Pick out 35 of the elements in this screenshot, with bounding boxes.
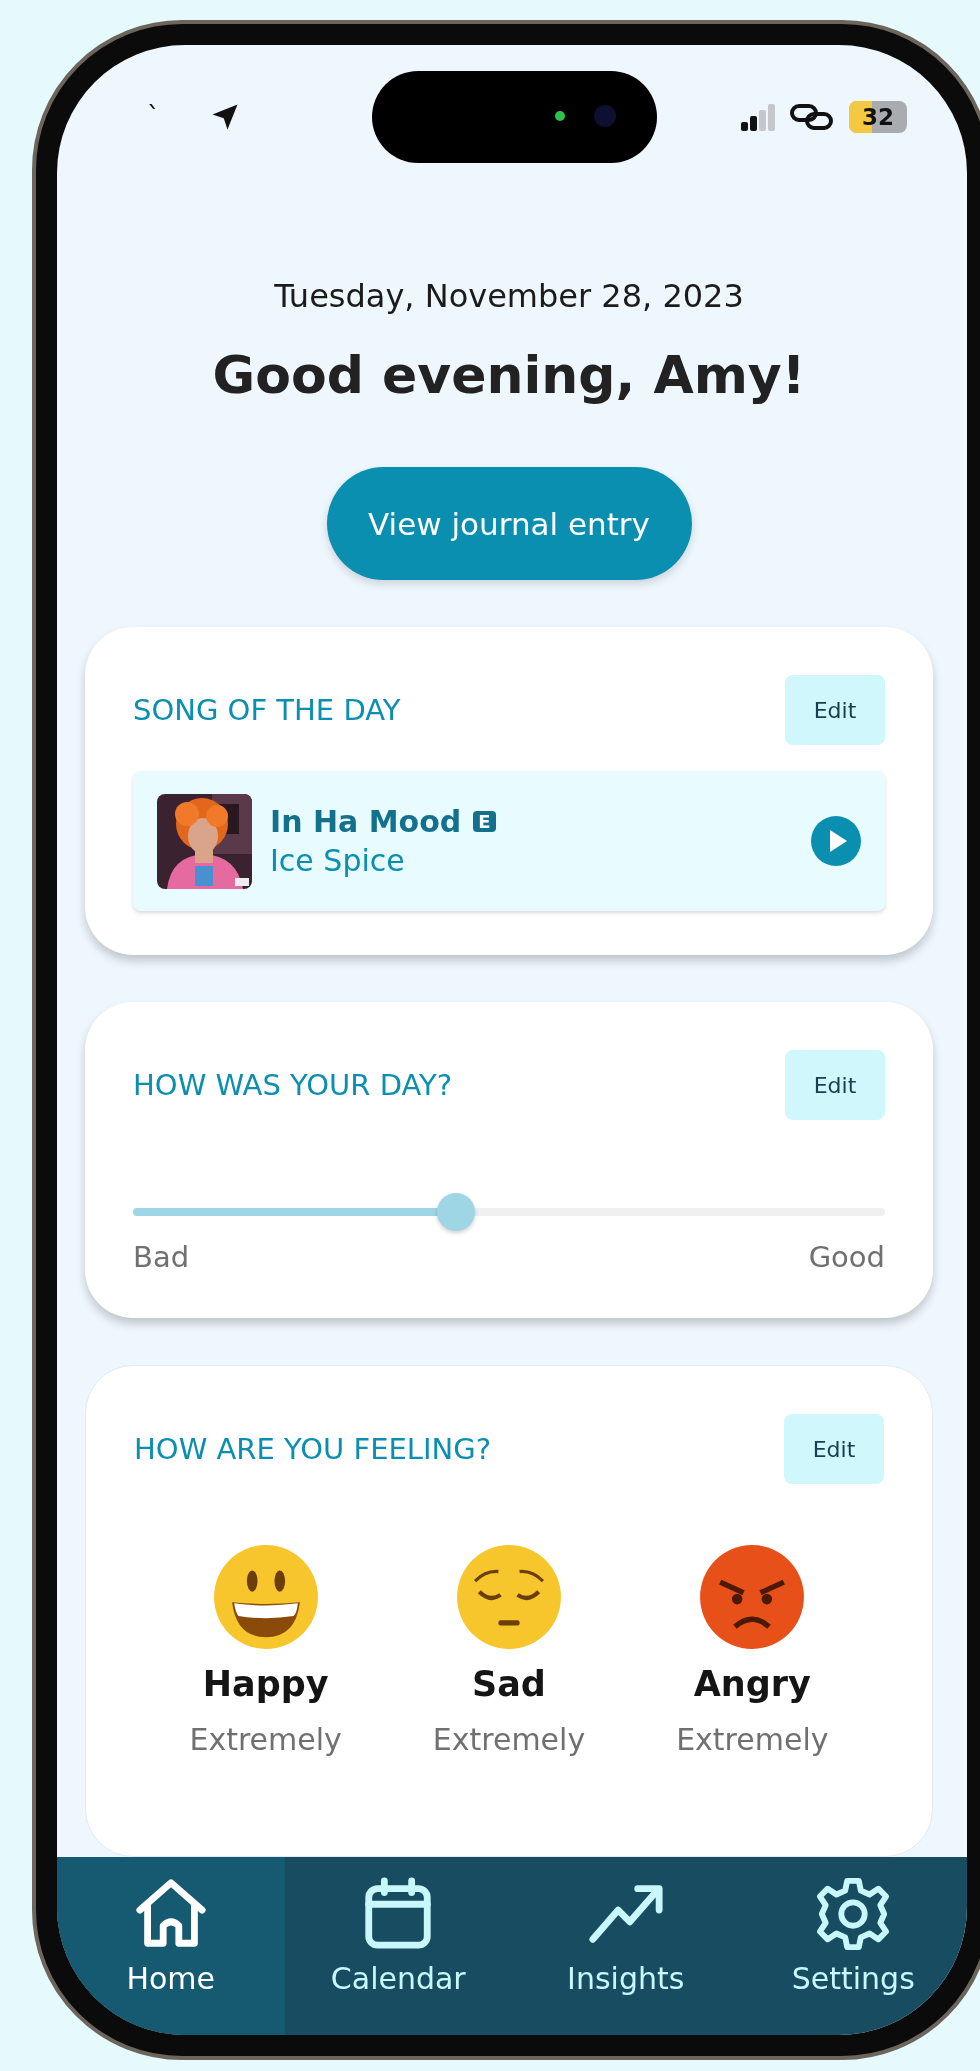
date-text: Tuesday, November 28, 2023 <box>274 277 744 315</box>
artist-name: Ice Spice <box>270 843 406 878</box>
card-title: HOW WAS YOUR DAY? <box>133 1068 453 1102</box>
status-text: ` <box>147 102 160 132</box>
greeting-heading: Good evening, Amy! <box>212 345 806 405</box>
card-title: HOW ARE YOU FEELING? <box>134 1432 492 1466</box>
explicit-badge: E <box>473 811 496 832</box>
slider-min-label: Bad <box>133 1240 190 1274</box>
card-title: SONG OF THE DAY <box>133 693 401 727</box>
nav-tab[interactable]: Calendar <box>284 1857 512 2035</box>
link-icon <box>789 102 835 132</box>
feeling-intensity: Extremely <box>676 1722 829 1757</box>
feeling-intensity: Extremely <box>432 1722 586 1757</box>
view-journal-button[interactable]: View journal entry <box>326 467 692 580</box>
nav-tab[interactable]: Home <box>57 1857 285 2035</box>
location-arrow-icon <box>210 102 240 132</box>
angry-face-icon <box>699 1544 806 1650</box>
grinning-face-icon <box>212 1544 319 1650</box>
mood-slider[interactable] <box>133 1192 885 1232</box>
signal-icon <box>741 102 775 132</box>
slider-max-label: Good <box>808 1240 885 1274</box>
nav-tab[interactable]: Settings <box>739 1857 967 2035</box>
play-icon[interactable] <box>811 816 861 866</box>
song-title: In Ha Mood <box>270 804 462 839</box>
nav-tab[interactable]: Insights <box>512 1857 740 2035</box>
edit-button[interactable]: Edit <box>785 675 885 745</box>
edit-button[interactable]: Edit <box>785 1050 885 1120</box>
slider-thumb[interactable] <box>437 1193 476 1231</box>
feeling-intensity: Extremely <box>189 1722 342 1757</box>
feeling-name: Happy <box>202 1664 329 1704</box>
feeling-name: Sad <box>472 1664 546 1704</box>
edit-button[interactable]: Edit <box>784 1414 884 1484</box>
song-row[interactable]: In Ha Mood E Ice Spice <box>133 771 885 911</box>
pensive-face-icon <box>456 1544 562 1650</box>
feeling-name: Angry <box>693 1664 811 1704</box>
